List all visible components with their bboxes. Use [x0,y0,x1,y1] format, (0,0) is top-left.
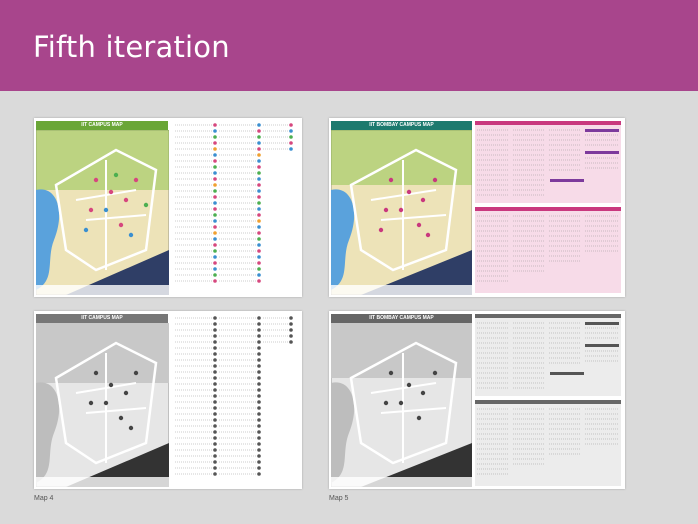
map4-gray-panel: IIT CAMPUS MAP [34,311,302,489]
map4-gray-map [36,323,169,487]
map5-gray-map [331,323,472,487]
map4-gray-index [175,316,293,476]
slide-header: Fifth iteration [0,0,698,91]
map4-gray-title: IIT CAMPUS MAP [36,314,168,323]
caption-map5: Map 5 [329,495,349,502]
map5-gray-index [475,314,621,486]
map4-color-panel: IIT CAMPUS MAP [34,118,302,297]
slide-title: Fifth iteration [33,30,230,64]
map5-color-panel: IIT BOMBAY CAMPUS MAP [329,118,625,297]
map4-color-index [175,121,295,291]
map5-gray-title: IIT BOMBAY CAMPUS MAP [331,314,472,323]
map5-color-index [475,121,621,293]
map5-gray-panel: IIT BOMBAY CAMPUS MAP [329,311,625,489]
map5-color-map [331,130,472,295]
map4-color-map [36,130,169,295]
map5-color-title: IIT BOMBAY CAMPUS MAP [331,121,472,130]
map4-color-title: IIT CAMPUS MAP [36,121,168,130]
caption-map4: Map 4 [34,495,54,502]
